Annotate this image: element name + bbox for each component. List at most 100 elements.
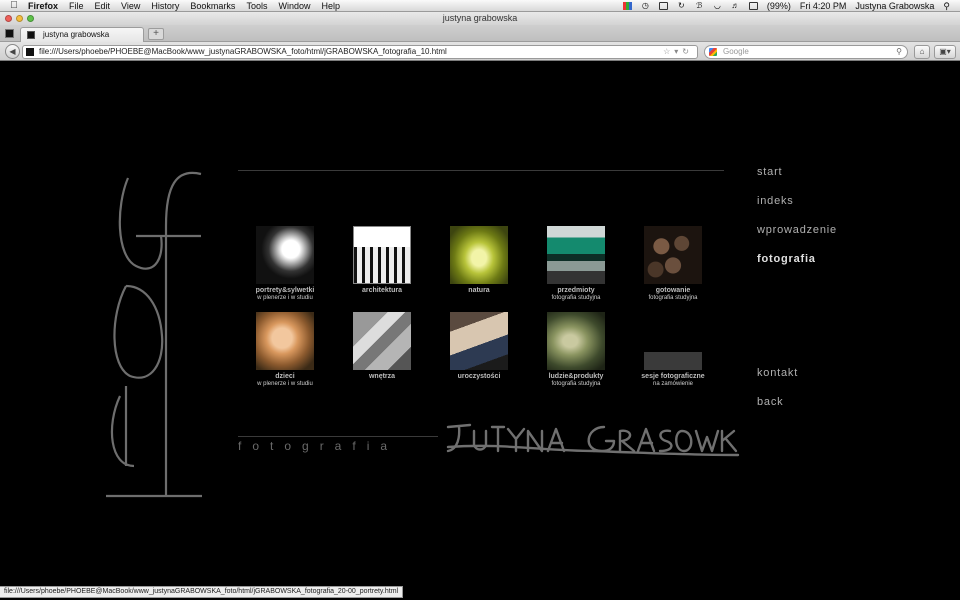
home-button[interactable]: ⌂ (914, 45, 930, 59)
menu-tools[interactable]: Tools (246, 0, 267, 12)
nav-fotografia[interactable]: fotografia (757, 253, 816, 265)
navigation-toolbar: ◀ file:///Users/phoebe/PHOEBE@MacBook/ww… (0, 42, 960, 61)
pinned-tab-favicon-icon[interactable] (5, 29, 14, 38)
reload-icon[interactable]: ↻ (682, 47, 693, 56)
gallery-item-natura[interactable]: natura (432, 226, 526, 295)
gallery-grid: portrety&sylwetki w plenerze i w studiu … (238, 226, 738, 406)
thumbnail-image[interactable] (256, 312, 314, 370)
site-subtitle: fotografia (238, 439, 399, 453)
menu-bookmarks[interactable]: Bookmarks (190, 0, 235, 12)
thumbnail-image[interactable] (450, 312, 508, 370)
menu-window[interactable]: Window (278, 0, 310, 12)
status-link-url: file:///Users/phoebe/PHOEBE@MacBook/www_… (4, 588, 399, 595)
sync-icon[interactable]: ↻ (677, 1, 686, 10)
bookmarks-menu-button[interactable]: ▣▾ (934, 45, 956, 59)
url-text: file:///Users/phoebe/PHOEBE@MacBook/www_… (39, 47, 447, 56)
gallery-item-title[interactable]: dzieci (238, 373, 332, 381)
gallery-item-title[interactable]: wnętrza (335, 373, 429, 381)
thumbnail-image[interactable] (547, 312, 605, 370)
nav-kontakt[interactable]: kontakt (757, 367, 798, 379)
gallery-item-dzieci[interactable]: dzieci w plenerze i w studiu (238, 312, 332, 388)
close-window-button[interactable] (5, 15, 12, 22)
menu-history[interactable]: History (151, 0, 179, 12)
gallery-item-title[interactable]: gotowanie (626, 287, 720, 295)
tab-strip: justyna grabowska + (0, 25, 960, 42)
volume-icon[interactable]: ♬ (731, 1, 740, 10)
gallery-item-subtitle: na zamówienie (652, 381, 694, 387)
gallery-item-portrety[interactable]: portrety&sylwetki w plenerze i w studiu (238, 226, 332, 302)
new-tab-button[interactable]: + (148, 28, 164, 40)
gallery-item-title[interactable]: ludzie&produkty (529, 373, 623, 381)
febe-logo (106, 171, 202, 498)
menu-view[interactable]: View (121, 0, 140, 12)
menu-app-name[interactable]: Firefox (28, 0, 58, 12)
gallery-item-title[interactable]: przedmioty (529, 287, 623, 295)
signature-graphic (446, 423, 740, 457)
gallery-item-subtitle: w plenerze i w studiu (257, 381, 313, 387)
url-favicon-icon (26, 48, 34, 56)
gallery-item-subtitle: fotografia studyjna (648, 295, 698, 301)
menubar-tray: ◷ ↻ ℬ ◡ ♬ (99%) Fri 4:20 PM Justyna Grab… (622, 0, 960, 12)
bluetooth-icon[interactable]: ℬ (695, 1, 704, 10)
gallery-item-subtitle: fotografia studyjna (551, 295, 601, 301)
url-bar[interactable]: file:///Users/phoebe/PHOEBE@MacBook/www_… (22, 45, 698, 59)
search-bar[interactable]: Google ⚲ (704, 45, 908, 59)
page-content: portrety&sylwetki w plenerze i w studiu … (0, 62, 960, 586)
spotlight-icon[interactable]: ⚲ (943, 0, 950, 12)
header-divider (238, 170, 724, 171)
thumbnail-image[interactable] (644, 226, 702, 284)
input-source-icon[interactable] (622, 1, 632, 10)
gallery-item-title[interactable]: sesje fotograficzne (626, 373, 720, 381)
google-search-engine-icon[interactable] (709, 48, 717, 56)
thumbnail-image[interactable] (353, 226, 411, 284)
nav-start[interactable]: start (757, 166, 782, 178)
menu-edit[interactable]: Edit (95, 0, 111, 12)
time-machine-icon[interactable]: ◷ (641, 1, 650, 10)
thumbnail-image[interactable] (450, 226, 508, 284)
gallery-item-uroczystosci[interactable]: uroczystości (432, 312, 526, 381)
apple-menu-icon[interactable]:  (0, 0, 28, 12)
back-button[interactable]: ◀ (5, 44, 20, 59)
search-icon[interactable]: ⚲ (896, 46, 902, 58)
gallery-item-gotowanie[interactable]: gotowanie fotografia studyjna (626, 226, 720, 302)
gallery-item-title[interactable]: uroczystości (432, 373, 526, 381)
tab-label: justyna grabowska (43, 30, 110, 39)
gallery-item-subtitle: w plenerze i w studiu (257, 295, 313, 301)
bookmark-star-icon[interactable]: ☆ (663, 47, 674, 56)
thumbnail-image[interactable] (256, 226, 314, 284)
wifi-icon[interactable]: ◡ (713, 1, 722, 10)
menu-help[interactable]: Help (321, 0, 340, 12)
minimize-window-button[interactable] (16, 15, 23, 22)
gallery-item-subtitle: fotografia studyjna (551, 381, 601, 387)
zoom-window-button[interactable] (27, 15, 34, 22)
thumbnail-image[interactable] (353, 312, 411, 370)
window-controls (5, 15, 34, 22)
gallery-item-title[interactable]: natura (432, 287, 526, 295)
gallery-item-title[interactable]: portrety&sylwetki (238, 287, 332, 295)
gallery-item-sesje[interactable]: sesje fotograficzne na zamówienie (626, 312, 720, 388)
search-placeholder: Google (723, 47, 749, 56)
footer-divider (238, 436, 438, 437)
thumbnail-placeholder[interactable] (644, 352, 702, 370)
tab-justyna-grabowska[interactable]: justyna grabowska (20, 27, 144, 42)
menubar-clock[interactable]: Fri 4:20 PM (800, 0, 847, 12)
gallery-item-title[interactable]: architektura (335, 287, 429, 295)
nav-indeks[interactable]: indeks (757, 195, 794, 207)
url-bar-actions: ☆▾↻ (663, 46, 693, 58)
gallery-item-ludzie-produkty[interactable]: ludzie&produkty fotografia studyjna (529, 312, 623, 388)
window-titlebar: justyna grabowska (0, 12, 960, 25)
gallery-item-architektura[interactable]: architektura (335, 226, 429, 295)
gallery-item-wnetrza[interactable]: wnętrza (335, 312, 429, 381)
gallery-item-przedmioty[interactable]: przedmioty fotografia studyjna (529, 226, 623, 302)
mac-menubar:  Firefox File Edit View History Bookmar… (0, 0, 960, 12)
status-bar: file:///Users/phoebe/PHOEBE@MacBook/www_… (0, 586, 404, 598)
nav-wprowadzenie[interactable]: wprowadzenie (757, 224, 837, 236)
nav-back[interactable]: back (757, 396, 783, 408)
tab-favicon-icon (27, 31, 35, 39)
thumbnail-image[interactable] (547, 226, 605, 284)
window-title: justyna grabowska (442, 13, 518, 23)
battery-icon[interactable] (748, 1, 758, 10)
menu-file[interactable]: File (69, 0, 84, 12)
display-icon[interactable] (658, 1, 668, 10)
menubar-user[interactable]: Justyna Grabowska (855, 0, 934, 12)
